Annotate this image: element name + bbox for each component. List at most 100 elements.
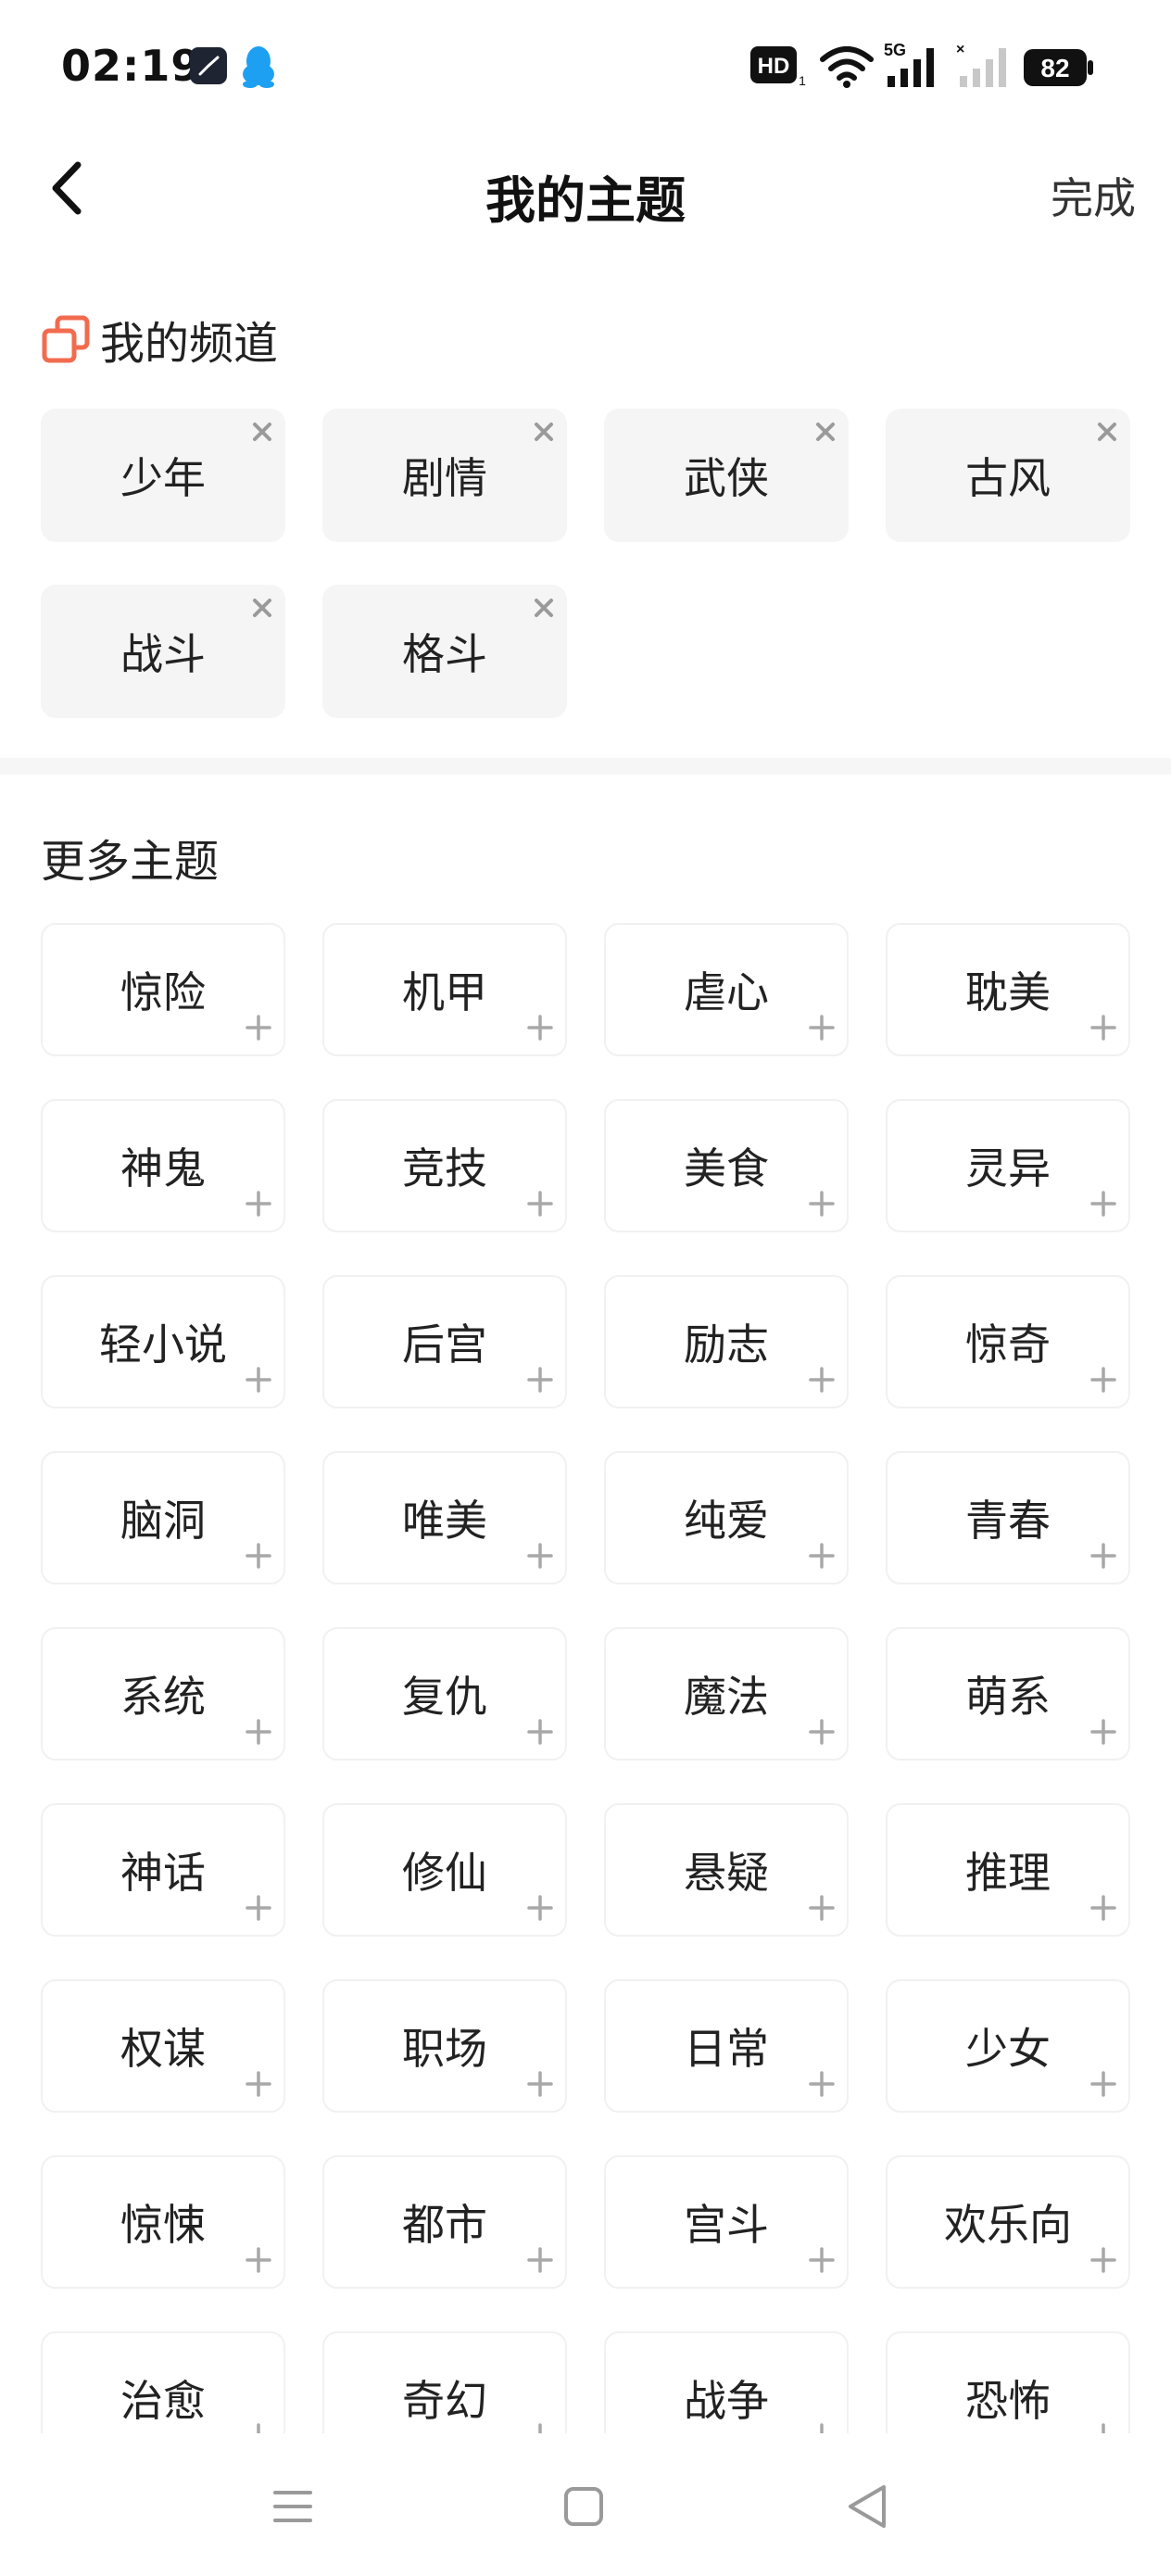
header: 我的主题 完成 <box>0 139 1171 241</box>
nav-menu-button[interactable] <box>260 2474 325 2539</box>
topic-label: 日常 <box>684 2024 769 2074</box>
plus-icon <box>1102 2423 1105 2433</box>
my-channel-tile[interactable]: 剧情 <box>322 409 567 542</box>
topic-tile[interactable]: 都市 <box>322 2155 567 2289</box>
topic-tile[interactable]: 魔法 <box>604 1627 849 1761</box>
plus-icon <box>246 1367 271 1393</box>
topic-tile[interactable]: 神话 <box>41 1803 285 1937</box>
topic-label: 权谋 <box>120 2024 206 2074</box>
topic-label: 欢乐向 <box>944 2200 1072 2250</box>
plus-icon <box>527 2071 553 2097</box>
topic-tile[interactable]: 惊悚 <box>41 2155 285 2289</box>
my-channel-tile[interactable]: 古风 <box>886 409 1130 542</box>
topic-tile[interactable]: 修仙 <box>322 1803 567 1937</box>
topic-tile[interactable]: 耽美 <box>886 923 1130 1056</box>
plus-icon <box>809 2247 835 2273</box>
my-channel-tile[interactable]: 战斗 <box>41 585 285 718</box>
topic-tile[interactable]: 后宫 <box>322 1275 567 1408</box>
hd-label: HD <box>758 54 790 79</box>
topic-tile[interactable]: 宫斗 <box>604 2155 849 2289</box>
topic-label: 宫斗 <box>684 2200 769 2250</box>
close-icon[interactable] <box>532 596 556 620</box>
close-icon[interactable] <box>250 420 274 444</box>
plus-icon <box>527 2247 553 2273</box>
plus-icon <box>527 1191 553 1217</box>
topic-label: 惊奇 <box>965 1320 1051 1370</box>
topic-label: 战争 <box>684 2376 769 2426</box>
plus-icon <box>257 2423 260 2433</box>
nav-home-button[interactable] <box>551 2474 616 2539</box>
plus-icon <box>809 1719 835 1745</box>
topic-tile[interactable]: 日常 <box>604 1979 849 2113</box>
topic-tile[interactable]: 惊险 <box>41 923 285 1056</box>
topic-tile[interactable]: 权谋 <box>41 1979 285 2113</box>
topic-label: 悬疑 <box>684 1848 769 1898</box>
my-channel-tile[interactable]: 武侠 <box>604 409 849 542</box>
topic-tile[interactable]: 励志 <box>604 1275 849 1408</box>
system-nav-bar <box>0 2433 1171 2576</box>
my-channel-tile[interactable]: 少年 <box>41 409 285 542</box>
battery-icon: 82 <box>1024 49 1093 86</box>
topic-label: 脑洞 <box>120 1496 206 1546</box>
topic-label: 竞技 <box>402 1143 487 1193</box>
close-icon[interactable] <box>532 420 556 444</box>
topic-label: 惊悚 <box>120 2200 206 2250</box>
topic-tile[interactable]: 轻小说 <box>41 1275 285 1408</box>
topic-label: 治愈 <box>120 2376 206 2426</box>
topic-label: 后宫 <box>402 1320 487 1370</box>
topic-label: 神话 <box>120 1848 206 1898</box>
nav-back-button[interactable] <box>836 2474 900 2539</box>
plus-icon <box>246 2247 271 2273</box>
topic-tile[interactable]: 唯美 <box>322 1451 567 1585</box>
close-icon[interactable] <box>813 420 837 444</box>
my-channel-tile[interactable]: 格斗 <box>322 585 567 718</box>
plus-icon <box>246 2071 271 2097</box>
topic-tile[interactable]: 青春 <box>886 1451 1130 1585</box>
topic-tile[interactable]: 美食 <box>604 1099 849 1232</box>
done-button[interactable]: 完成 <box>1051 165 1136 226</box>
more-topics-grid[interactable]: 惊险 机甲 虐心 耽美神鬼 竞技 美食 灵异轻小说 后宫 励志 惊奇脑洞 唯美 纯爱 青春系统 复仇 魔法 萌… <box>0 917 1171 2433</box>
plus-icon <box>527 1543 553 1569</box>
close-icon[interactable] <box>1095 420 1119 444</box>
topic-tile[interactable]: 职场 <box>322 1979 567 2113</box>
topic-tile[interactable]: 纯爱 <box>604 1451 849 1585</box>
plus-icon <box>527 1895 553 1921</box>
topic-label: 少女 <box>965 2024 1051 2074</box>
plus-icon <box>1090 2071 1116 2097</box>
plus-icon <box>527 1719 553 1745</box>
topic-tile[interactable]: 欢乐向 <box>886 2155 1130 2289</box>
topic-tile[interactable]: 推理 <box>886 1803 1130 1937</box>
channel-label: 古风 <box>965 453 1051 503</box>
topic-tile[interactable]: 治愈 <box>41 2331 285 2433</box>
topic-tile[interactable]: 竞技 <box>322 1099 567 1232</box>
topic-label: 奇幻 <box>402 2376 487 2426</box>
topic-tile[interactable]: 系统 <box>41 1627 285 1761</box>
close-icon[interactable] <box>250 596 274 620</box>
topic-label: 修仙 <box>402 1848 487 1898</box>
topic-tile[interactable]: 神鬼 <box>41 1099 285 1232</box>
plus-icon <box>246 1895 271 1921</box>
topic-tile[interactable]: 机甲 <box>322 923 567 1056</box>
plus-icon <box>809 2071 835 2097</box>
topic-tile[interactable]: 萌系 <box>886 1627 1130 1761</box>
topic-tile[interactable]: 战争 <box>604 2331 849 2433</box>
plus-icon <box>246 1719 271 1745</box>
topic-tile[interactable]: 少女 <box>886 1979 1130 2113</box>
topic-tile[interactable]: 悬疑 <box>604 1803 849 1937</box>
clock-app-icon <box>189 46 228 89</box>
topic-tile[interactable]: 惊奇 <box>886 1275 1130 1408</box>
topic-tile[interactable]: 复仇 <box>322 1627 567 1761</box>
cell-signal-empty-icon: × <box>956 42 1006 87</box>
svg-text:×: × <box>956 42 964 57</box>
topic-label: 都市 <box>402 2200 487 2250</box>
topic-label: 推理 <box>965 1848 1051 1898</box>
plus-icon <box>1090 1895 1116 1921</box>
topic-tile[interactable]: 脑洞 <box>41 1451 285 1585</box>
topic-label: 神鬼 <box>120 1143 206 1193</box>
topic-tile[interactable]: 奇幻 <box>322 2331 567 2433</box>
topic-tile[interactable]: 恐怖 <box>886 2331 1130 2433</box>
plus-icon <box>246 1191 271 1217</box>
channel-stack-icon <box>42 315 90 363</box>
topic-tile[interactable]: 灵异 <box>886 1099 1130 1232</box>
topic-tile[interactable]: 虐心 <box>604 923 849 1056</box>
